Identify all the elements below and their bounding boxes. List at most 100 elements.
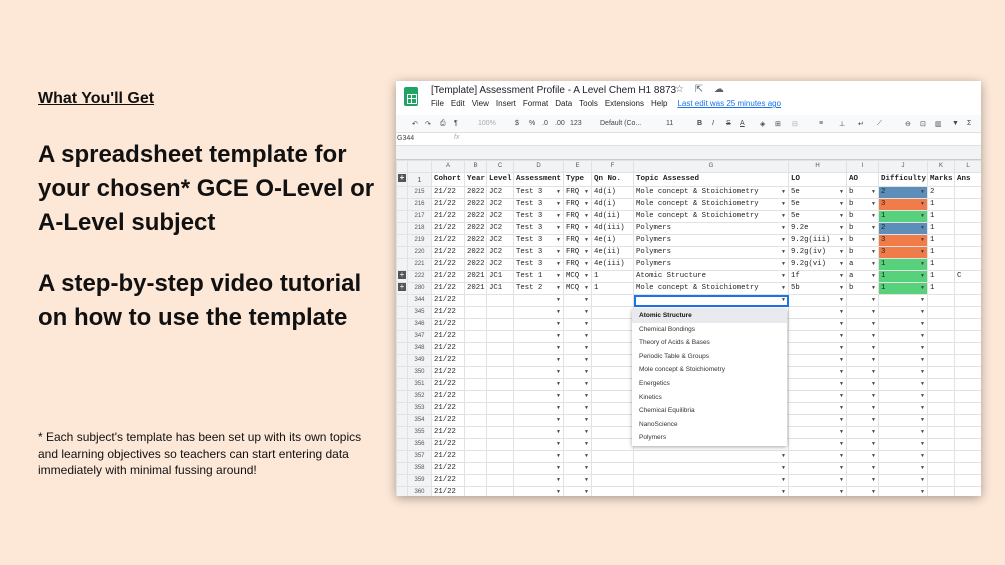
table-cell[interactable]: ▼ (846, 462, 879, 475)
table-cell[interactable] (464, 330, 487, 343)
table-cell[interactable]: ▼ (878, 438, 928, 451)
table-cell[interactable]: ▼ (563, 426, 592, 439)
table-cell[interactable]: FRQ ▼ (563, 234, 592, 247)
table-cell[interactable]: ▼ (513, 366, 564, 379)
dropdown-arrow-icon[interactable]: ▼ (871, 236, 876, 246)
dropdown-arrow-icon[interactable]: ▼ (584, 368, 589, 378)
dropdown-arrow-icon[interactable]: ▼ (556, 224, 561, 234)
table-cell[interactable]: FRQ ▼ (563, 186, 592, 199)
table-cell[interactable]: JC2 (486, 234, 514, 247)
table-cell[interactable]: ▼ (846, 306, 879, 319)
table-cell[interactable]: 2021 (464, 270, 487, 283)
table-cell[interactable] (927, 390, 955, 403)
dropdown-arrow-icon[interactable]: ▼ (556, 476, 561, 486)
table-cell[interactable] (464, 438, 487, 451)
horizontal-align-icon[interactable]: ≡ (819, 120, 823, 127)
table-cell[interactable]: JC2 (486, 246, 514, 259)
dropdown-arrow-icon[interactable]: ▼ (871, 380, 876, 390)
row-number[interactable]: 345 (407, 306, 432, 319)
table-cell[interactable] (954, 306, 981, 319)
dropdown-arrow-icon[interactable]: ▼ (920, 188, 925, 198)
table-cell[interactable]: 1 (927, 198, 955, 211)
table-cell[interactable] (954, 474, 981, 487)
group-toggle-button[interactable]: + (396, 270, 408, 283)
table-cell[interactable] (464, 318, 487, 331)
table-cell[interactable]: Test 3 ▼ (513, 210, 564, 223)
dropdown-arrow-icon[interactable]: ▼ (920, 272, 925, 282)
dropdown-arrow-icon[interactable]: ▼ (839, 476, 844, 486)
row-number[interactable]: 348 (407, 342, 432, 355)
table-cell[interactable]: 4e(i) (591, 234, 634, 247)
dropdown-arrow-icon[interactable]: ▼ (556, 284, 561, 294)
dropdown-arrow-icon[interactable]: ▼ (584, 260, 589, 270)
table-cell[interactable]: 21/22 (431, 258, 465, 271)
table-cell[interactable]: 4d(ii) (591, 210, 634, 223)
dropdown-arrow-icon[interactable]: ▼ (920, 212, 925, 222)
header-cell[interactable]: AO (846, 172, 879, 187)
table-cell[interactable] (464, 450, 487, 463)
dropdown-arrow-icon[interactable]: ▼ (556, 440, 561, 450)
dropdown-arrow-icon[interactable]: ▼ (781, 212, 786, 222)
table-cell[interactable]: ▼ (513, 402, 564, 415)
table-cell[interactable]: 21/22 (431, 390, 465, 403)
dropdown-arrow-icon[interactable]: ▼ (781, 464, 786, 474)
dropdown-arrow-icon[interactable]: ▼ (871, 368, 876, 378)
table-cell[interactable]: Test 3 ▼ (513, 222, 564, 235)
dropdown-option[interactable]: NanoScience (632, 418, 787, 432)
table-cell[interactable]: ▼ (563, 474, 592, 487)
table-cell[interactable]: ▼ (846, 414, 879, 427)
document-title[interactable]: [Template] Assessment Profile - A Level … (431, 85, 676, 96)
row-number[interactable]: 359 (407, 474, 432, 487)
table-cell[interactable]: JC2 (486, 186, 514, 199)
dropdown-arrow-icon[interactable]: ▼ (584, 188, 589, 198)
dropdown-arrow-icon[interactable]: ▼ (871, 296, 876, 306)
table-cell[interactable]: 2022 (464, 198, 487, 211)
table-cell[interactable]: 1f ▼ (788, 270, 847, 283)
table-cell[interactable]: ▼ (513, 306, 564, 319)
table-cell[interactable]: Test 3 ▼ (513, 234, 564, 247)
table-cell[interactable]: ▼ (633, 486, 789, 496)
row-number[interactable]: 356 (407, 438, 432, 451)
table-cell[interactable] (464, 426, 487, 439)
bold-button[interactable]: B (697, 120, 702, 127)
table-cell[interactable]: 4e(iii) (591, 258, 634, 271)
table-cell[interactable] (927, 462, 955, 475)
dropdown-arrow-icon[interactable]: ▼ (920, 464, 925, 474)
table-cell[interactable] (591, 366, 634, 379)
dropdown-arrow-icon[interactable]: ▼ (920, 488, 925, 497)
dropdown-arrow-icon[interactable]: ▼ (839, 368, 844, 378)
table-cell[interactable]: Polymers ▼ (633, 234, 789, 247)
header-cell[interactable]: Marks (927, 172, 955, 187)
table-cell[interactable] (464, 390, 487, 403)
row-number[interactable]: 349 (407, 354, 432, 367)
dropdown-arrow-icon[interactable]: ▼ (839, 428, 844, 438)
dropdown-arrow-icon[interactable]: ▼ (871, 284, 876, 294)
dropdown-arrow-icon[interactable]: ▼ (871, 272, 876, 282)
table-cell[interactable] (591, 378, 634, 391)
table-cell[interactable] (954, 258, 981, 271)
dropdown-arrow-icon[interactable]: ▼ (920, 296, 925, 306)
table-cell[interactable]: ▼ (563, 486, 592, 496)
dropdown-arrow-icon[interactable]: ▼ (839, 260, 844, 270)
table-cell[interactable]: ▼ (846, 426, 879, 439)
insert-chart-icon[interactable]: ▥ (935, 120, 942, 128)
row-number[interactable]: 353 (407, 402, 432, 415)
table-cell[interactable]: 5e ▼ (788, 198, 847, 211)
dropdown-arrow-icon[interactable]: ▼ (920, 380, 925, 390)
table-cell[interactable]: ▼ (878, 366, 928, 379)
table-cell[interactable]: ▼ (788, 378, 847, 391)
last-edit-link[interactable]: Last edit was 25 minutes ago (677, 99, 781, 108)
dropdown-arrow-icon[interactable]: ▼ (584, 308, 589, 318)
header-cell[interactable]: Cohort (431, 172, 465, 187)
table-cell[interactable]: 2 ▼ (878, 222, 928, 235)
dropdown-arrow-icon[interactable]: ▼ (920, 416, 925, 426)
dropdown-arrow-icon[interactable]: ▼ (556, 356, 561, 366)
row-number[interactable]: 221 (407, 258, 432, 271)
table-cell[interactable]: 1 (927, 222, 955, 235)
dropdown-arrow-icon[interactable]: ▼ (556, 320, 561, 330)
table-cell[interactable]: 4d(i) (591, 198, 634, 211)
dropdown-option[interactable]: Chemical Equilibria (632, 404, 787, 418)
dropdown-arrow-icon[interactable]: ▼ (839, 440, 844, 450)
table-cell[interactable] (591, 414, 634, 427)
table-cell[interactable]: ▼ (513, 390, 564, 403)
